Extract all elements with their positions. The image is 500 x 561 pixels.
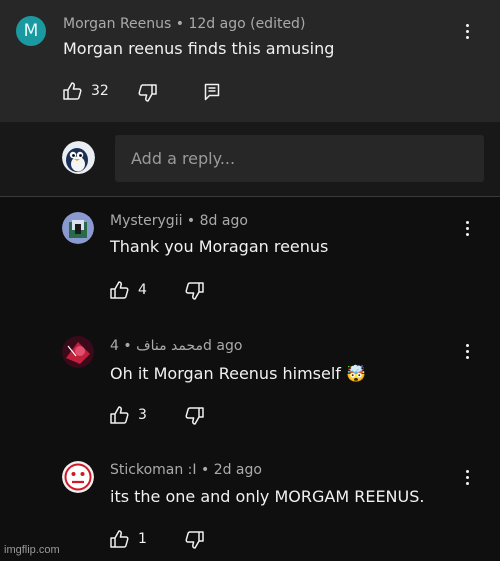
comment-meta: Mysterygii • 8d ago xyxy=(110,213,248,229)
author-name[interactable]: محمد مناف xyxy=(136,338,203,354)
watermark: imgflip.com xyxy=(4,544,60,556)
author-name[interactable]: Mysterygii xyxy=(110,213,182,229)
thumbs-up-icon xyxy=(110,530,129,548)
reply-composer: Add a reply... xyxy=(0,122,500,196)
more-options-icon[interactable] xyxy=(466,470,470,486)
like-button[interactable]: 1 xyxy=(110,530,147,548)
reply-input[interactable]: Add a reply... xyxy=(115,135,484,182)
comment-text: Morgan reenus finds this amusing xyxy=(63,39,335,58)
like-button[interactable]: 32 xyxy=(63,82,109,100)
comment-meta: Stickoman :I • 2d ago xyxy=(110,462,262,478)
thumbs-down-icon[interactable] xyxy=(184,407,204,425)
comment-text: its the one and only MORGAM REENUS. xyxy=(110,487,425,506)
thumbs-down-icon[interactable] xyxy=(184,282,204,300)
comment-meta: Morgan Reenus • 12d ago (edited) xyxy=(63,16,305,32)
author-name[interactable]: Morgan Reenus xyxy=(63,16,171,32)
comment-meta: محمد مناف • 4d ago xyxy=(110,338,242,354)
comment-text: Oh it Morgan Reenus himself 🤯 xyxy=(110,364,366,383)
reply-author-avatar[interactable] xyxy=(62,336,94,368)
thumbs-up-icon xyxy=(110,406,129,424)
more-options-icon[interactable] xyxy=(466,221,470,237)
comment-timestamp: • 8d ago xyxy=(182,213,248,229)
like-button[interactable]: 3 xyxy=(110,406,147,424)
reply-author-avatar[interactable] xyxy=(62,461,94,493)
parent-comment: M Morgan Reenus • 12d ago (edited) Morga… xyxy=(0,0,500,122)
like-count: 3 xyxy=(138,407,147,423)
thumbs-up-icon xyxy=(110,281,129,299)
reply-icon[interactable] xyxy=(204,83,220,101)
thumbs-up-icon xyxy=(63,82,82,100)
more-options-icon[interactable] xyxy=(466,24,470,40)
like-count: 1 xyxy=(138,531,147,547)
comment-timestamp: • 12d ago (edited) xyxy=(171,16,306,32)
author-name[interactable]: Stickoman :I xyxy=(110,462,197,478)
like-button[interactable]: 4 xyxy=(110,281,147,299)
divider xyxy=(0,196,500,197)
thumbs-down-icon[interactable] xyxy=(137,84,157,102)
comment-timestamp: • 2d ago xyxy=(196,462,262,478)
author-avatar[interactable]: M xyxy=(16,16,46,46)
like-count: 32 xyxy=(91,83,109,99)
user-avatar[interactable] xyxy=(62,141,95,174)
like-count: 4 xyxy=(138,282,147,298)
more-options-icon[interactable] xyxy=(466,344,470,360)
comment-text: Thank you Moragan reenus xyxy=(110,237,329,256)
reply-author-avatar[interactable] xyxy=(62,212,94,244)
thumbs-down-icon[interactable] xyxy=(184,531,204,549)
